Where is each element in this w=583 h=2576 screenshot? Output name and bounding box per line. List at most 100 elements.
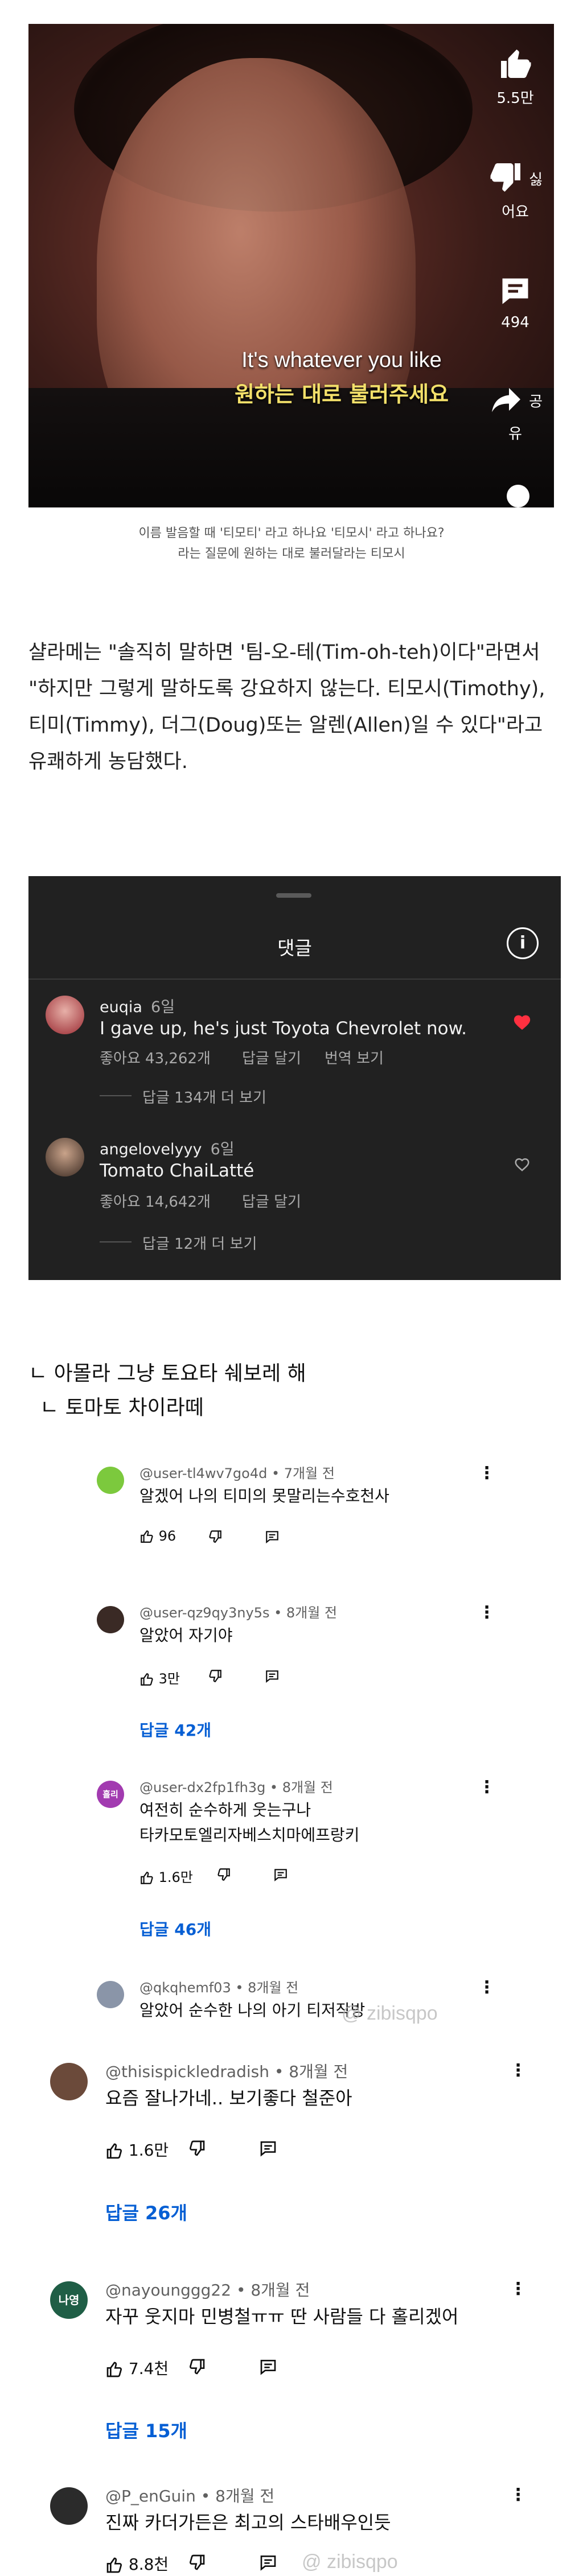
thumbs-up-icon [141,1530,153,1543]
reply-button[interactable]: 답글 달기 [242,1047,301,1068]
thumbs-up-icon [141,1673,153,1686]
avatar[interactable]: 흘리 [97,1781,124,1808]
reply-line [100,1241,132,1242]
thumbs-down-icon[interactable] [208,1669,223,1683]
reply-icon[interactable] [265,1669,280,1683]
comment-header: angelovelyyy 6일 [100,1137,235,1159]
avatar[interactable] [97,1467,124,1494]
like-button[interactable]: 1.6만 [139,1866,193,1886]
comment-text: 진짜 카더가든은 최고의 스타배우인듯 [105,2512,391,2533]
drag-handle[interactable] [276,893,311,898]
view-replies-button[interactable]: 답글 26개 [105,2199,187,2225]
video-player[interactable]: It's whatever you like 원하는 대로 불러주세요 5.5만… [28,24,554,507]
comment-likes: 좋아요 14,642개 [100,1194,211,1211]
view-replies-button[interactable]: 답글 42개 [139,1718,211,1741]
thumbs-down-icon[interactable] [188,2358,206,2376]
video-caption-line1: 이름 발음할 때 '티모티' 라고 하나요 '티모시' 라고 하나요? [138,526,445,540]
like-count: 8.8천 [128,2555,169,2574]
avatar[interactable] [97,1606,124,1633]
thumbs-down-icon[interactable] [188,2553,206,2571]
comment-age: 6일 [151,998,175,1016]
comment-username[interactable]: @nayounggg22 • 8개월 전 [105,2278,310,2301]
info-icon[interactable]: i [507,927,539,959]
avatar[interactable] [50,2063,88,2100]
like-button[interactable]: 7.4천 [105,2356,169,2379]
subtitle-korean: 원하는 대로 불러주세요 [234,382,449,407]
thumbs-up-icon [106,2143,122,2159]
panel-divider [28,979,561,980]
comment-username[interactable]: @qkqhemf03 • 8개월 전 [139,1976,298,1996]
reply-button[interactable]: 답글 달기 [242,1190,301,1211]
thumbs-up-icon [141,1872,153,1884]
like-button[interactable]: 1.6만 [105,2138,169,2161]
more-options-icon[interactable]: ⋮ [510,2279,527,2299]
comment-username[interactable]: @thisispickledradish • 8개월 전 [105,2059,348,2082]
comment-username[interactable]: euqia [100,998,142,1016]
comment-username[interactable]: @user-qz9qy3ny5s • 8개월 전 [139,1601,337,1621]
dislike-button[interactable]: 싫어요 [484,160,547,221]
more-options-icon[interactable]: ⋮ [510,2061,527,2080]
comment-username[interactable]: @P_enGuin • 8개월 전 [105,2484,274,2507]
more-options-icon[interactable]: ⋮ [510,2485,527,2505]
comment-username[interactable]: @user-dx2fp1fh3g • 8개월 전 [139,1776,333,1796]
view-replies-button[interactable]: 답글 15개 [105,2417,187,2443]
avatar[interactable] [46,996,84,1034]
like-button[interactable]: 5.5만 [484,47,547,108]
comment-age: 6일 [210,1141,235,1158]
comment-text: I gave up, he's just Toyota Chevrolet no… [100,1018,467,1039]
avatar[interactable] [50,2487,88,2525]
view-replies-button[interactable]: 답글 46개 [139,1917,211,1940]
comment-text: 알겠어 나의 티미의 못말리는수호천사 [139,1487,389,1505]
avatar[interactable] [97,1981,124,2008]
reply-icon[interactable] [259,2139,277,2157]
comment-text: 알았어 자기야 [139,1626,233,1645]
view-replies-button[interactable]: 답글 12개 더 보기 [142,1232,257,1253]
comment-text: Tomato ChaiLatté [100,1161,254,1181]
video-caption-line2: 라는 질문에 원하는 대로 불러달라는 티모시 [178,547,405,561]
comment-text: 여전히 순수하게 웃는구나 [139,1801,311,1819]
reply-icon[interactable] [265,1529,280,1544]
thumbs-down-icon [490,163,520,192]
more-options-icon[interactable]: ⋮ [478,1463,495,1483]
comment-text-line2: 타카모토엘리자베스치마에프랑키 [139,1826,360,1844]
comment-text: 알았어 순수한 나의 아기 티저작방 [139,2001,366,2020]
thumbs-down-icon[interactable] [188,2139,206,2157]
like-count: 7.4천 [128,2359,169,2378]
reply-icon[interactable] [259,2553,277,2571]
translate-button[interactable]: 번역 보기 [325,1047,384,1068]
comment-username[interactable]: angelovelyyy [100,1141,202,1158]
like-count: 1.6만 [158,1869,193,1885]
heart-filled-icon[interactable] [512,1013,532,1031]
more-options-icon[interactable]: ⋮ [478,1603,495,1623]
watermark: @ zibisqpo [342,2003,438,2024]
thumbs-up-icon [106,2362,122,2377]
comment-username[interactable]: @user-tl4wv7go4d • 7개월 전 [139,1462,335,1482]
reply-icon[interactable] [259,2358,277,2376]
comments-button[interactable]: 494 [484,274,547,331]
share-button[interactable]: 공유 [484,382,547,443]
article-paragraph: 샬라메는 "솔직히 말하면 '팀-오-테(Tim-oh-teh)이다"라면서 "… [28,641,545,773]
reply-line [100,1095,132,1096]
comment-text: 요즘 잘나가네.. 보기좋다 철준아 [105,2087,352,2109]
thread-note-2: ㄴ 토마토 차이라떼 [40,1396,204,1419]
thumbs-down-icon[interactable] [208,1529,223,1544]
reply-icon[interactable] [273,1867,288,1882]
like-count: 96 [158,1528,176,1544]
more-options-icon[interactable]: ⋮ [478,1978,495,1997]
comment-likes: 좋아요 43,262개 [100,1050,211,1067]
more-options-icon[interactable]: ⋮ [478,1777,495,1797]
like-count: 1.6만 [128,2141,169,2160]
instagram-comments-panel: 댓글 i euqia 6일 I gave up, he's just Toyot… [28,876,561,1280]
comment-count: 494 [501,314,529,331]
like-button[interactable]: 8.8천 [105,2552,169,2575]
thumbs-down-icon[interactable] [216,1867,231,1882]
like-button[interactable]: 3만 [139,1667,180,1687]
thread-note-1: ㄴ 아몰라 그냥 토요타 쉐보레 해 [28,1362,306,1385]
avatar[interactable] [46,1138,84,1176]
heart-outline-icon[interactable] [514,1156,531,1172]
avatar[interactable]: 나영 [50,2281,88,2319]
like-button[interactable]: 96 [139,1528,176,1544]
remix-icon[interactable] [507,485,529,507]
view-replies-button[interactable]: 답글 134개 더 보기 [142,1086,266,1107]
like-count: 3만 [158,1671,180,1687]
